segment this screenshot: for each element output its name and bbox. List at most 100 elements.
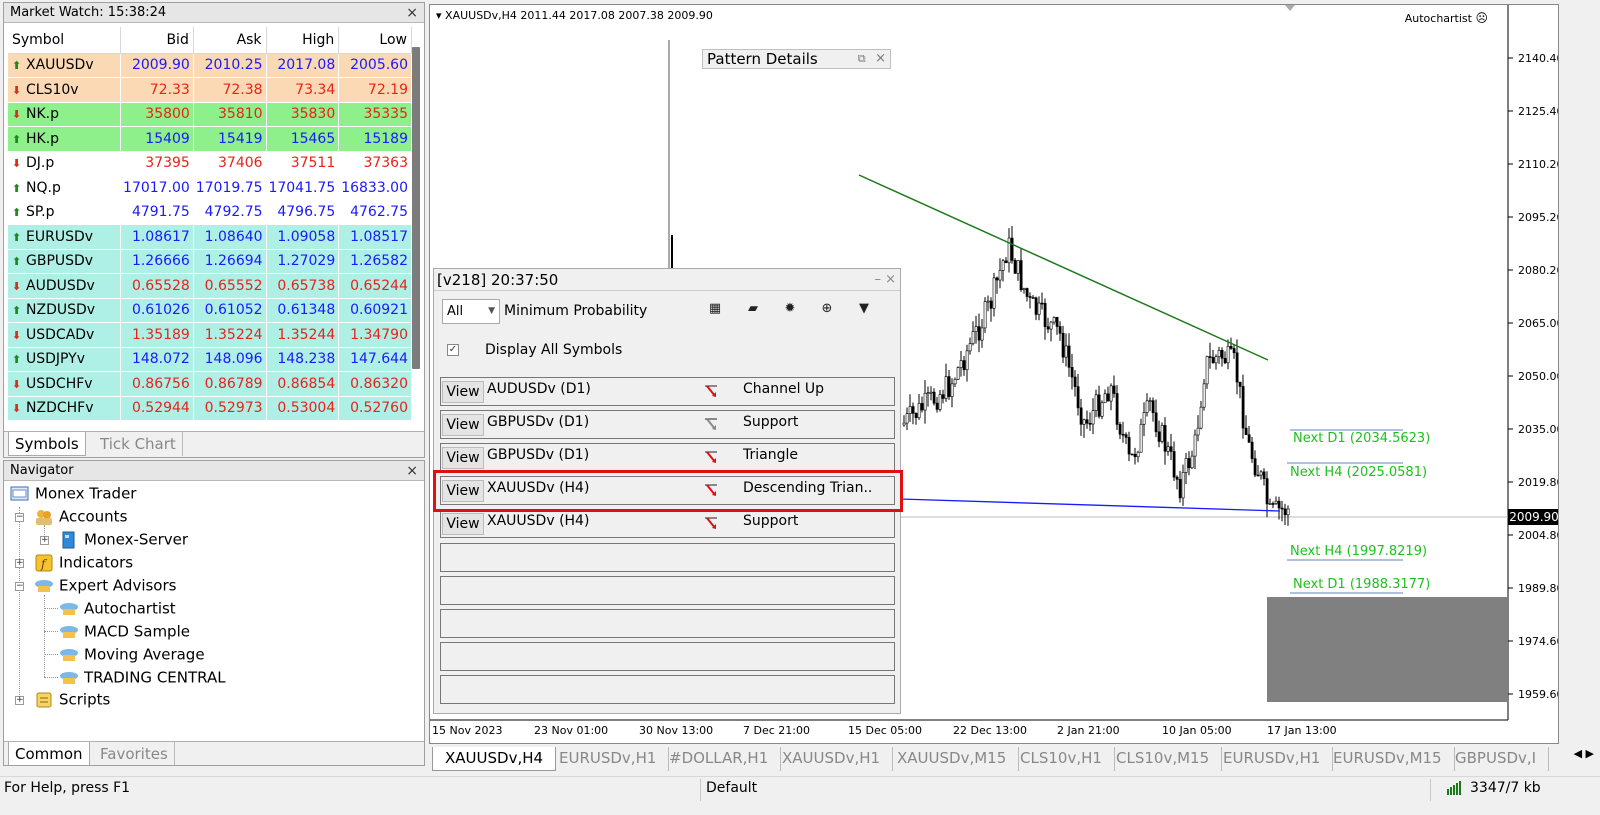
tree-item-server[interactable]: Monex-Server	[59, 530, 188, 549]
view-button[interactable]: View	[442, 381, 484, 403]
tab-tick-chart[interactable]: Tick Chart	[94, 432, 183, 456]
market-watch-row[interactable]: ⬆ GBPUSDv 1.26666 1.26694 1.27029 1.26582	[8, 249, 412, 274]
chart-window[interactable]: ▾ XAUUSDv,H4 2011.44 2017.08 2007.38 200…	[429, 4, 1559, 744]
candle-body	[1157, 431, 1161, 442]
market-watch-row[interactable]: ⬆ EURUSDv 1.08617 1.08640 1.09058 1.08517	[8, 224, 412, 250]
candle-body	[920, 403, 924, 411]
gear-icon[interactable]: ✹	[779, 299, 801, 319]
pattern-row-empty[interactable]	[440, 576, 895, 605]
market-watch-row[interactable]: ⬆ NZDUSDv 0.61026 0.61052 0.61348 0.60921	[8, 298, 412, 323]
pattern-row-empty[interactable]	[440, 543, 895, 572]
pattern-filter-select[interactable]: All ▼	[442, 299, 500, 324]
chart-tab[interactable]: CLS10v,M15	[1104, 747, 1223, 771]
results-window-controls[interactable]: – ×	[874, 269, 896, 291]
experts-collapse-icon[interactable]: −	[15, 582, 24, 591]
candle-body	[926, 392, 930, 395]
market-watch-close-icon[interactable]: ×	[406, 3, 418, 23]
navigator-close-icon[interactable]: ×	[406, 461, 418, 481]
tree-item-experts[interactable]: Expert Advisors	[34, 576, 176, 595]
tree-item-accounts[interactable]: Accounts	[34, 507, 127, 526]
view-button[interactable]: View	[442, 480, 484, 502]
market-watch-row[interactable]: ⬇ USDCADv 1.35189 1.35224 1.35244 1.34790	[8, 322, 412, 348]
chart-tab[interactable]: EURUSDv,H1	[547, 747, 670, 771]
filter-icon[interactable]: ▼	[853, 299, 875, 319]
column-header-high[interactable]: High	[266, 27, 340, 54]
pattern-row-empty[interactable]	[440, 642, 895, 671]
candle-body	[1013, 260, 1017, 274]
save-icon[interactable]: ▰	[742, 299, 764, 319]
market-watch-scrollbar[interactable]	[412, 47, 420, 369]
pattern-row-empty[interactable]	[440, 675, 895, 704]
bid-cell: 4791.75	[120, 200, 194, 225]
arrow-up-icon: ⬆	[12, 255, 22, 269]
chart-tab[interactable]: XAUUSDv,M15	[885, 747, 1020, 771]
pattern-row[interactable]: View GBPUSDv (D1) Triangle	[440, 443, 895, 472]
column-header-low[interactable]: Low	[338, 27, 412, 54]
candle-body	[1196, 427, 1200, 436]
tree-item-moving-average[interactable]: Moving Average	[59, 645, 205, 664]
tab-scroll-arrows[interactable]: ◀ ▶	[1574, 747, 1594, 760]
candle-body	[941, 394, 945, 399]
column-header-symbol[interactable]: Symbol	[8, 27, 122, 54]
market-watch-row[interactable]: ⬇ USDCHFv 0.86756 0.86789 0.86854 0.86320	[8, 371, 412, 397]
tab-favorites[interactable]: Favorites	[94, 742, 175, 765]
chart-tab[interactable]: #DOLLAR,H1	[657, 747, 782, 771]
close-icon[interactable]: ×	[875, 51, 886, 66]
pattern-details-window[interactable]: Pattern Details ⧉ ×	[702, 49, 891, 69]
indicators-expand-icon[interactable]: +	[15, 559, 24, 568]
market-watch-row[interactable]: ⬇ NK.p 35800 35810 35830 35335	[8, 102, 412, 127]
column-header-bid[interactable]: Bid	[120, 27, 194, 54]
restore-icon[interactable]: ⧉	[858, 52, 866, 65]
tab-common[interactable]: Common	[8, 742, 90, 765]
chart-tab[interactable]: EURUSDv,M15	[1321, 747, 1455, 771]
pattern-row[interactable]: View XAUUSDv (H4) Descending Trian..	[440, 476, 895, 505]
candle-body	[1217, 350, 1221, 357]
market-watch-row[interactable]: ⬇ NZDCHFv 0.52944 0.52973 0.53004 0.52760	[8, 396, 412, 421]
scripts-expand-icon[interactable]: +	[15, 696, 24, 705]
view-button[interactable]: View	[442, 414, 484, 436]
symbol-cell: ⬇ NZDCHFv	[8, 396, 122, 421]
low-cell: 72.19	[338, 77, 412, 103]
market-watch-row[interactable]: ⬇ CLS10v 72.33 72.38 73.34 72.19	[8, 77, 412, 103]
tree-item-root[interactable]: Monex Trader	[10, 484, 136, 503]
market-watch-row[interactable]: ⬆ USDJPYv 148.072 148.096 148.238 147.644	[8, 347, 412, 372]
calculator-icon[interactable]: ▦	[704, 299, 726, 319]
tree-item-indicators[interactable]: f Indicators	[34, 553, 133, 572]
column-header-ask[interactable]: Ask	[193, 27, 267, 54]
pattern-row-empty[interactable]	[440, 609, 895, 638]
symbol-name: EURUSDv	[26, 228, 94, 245]
market-watch-row[interactable]: ⬆ HK.p 15409 15419 15465 15189	[8, 126, 412, 152]
view-button[interactable]: View	[442, 513, 484, 535]
chart-tab[interactable]: GBPUSDv,I	[1443, 747, 1550, 771]
chart-tab[interactable]: XAUUSDv,H1	[770, 747, 894, 771]
tree-item-macd[interactable]: MACD Sample	[59, 622, 190, 641]
price-tick-label: 2080.20	[1518, 264, 1559, 277]
symbol-name: AUDUSDv	[26, 277, 95, 294]
tree-item-trading-central[interactable]: TRADING CENTRAL	[59, 668, 226, 687]
accounts-collapse-icon[interactable]: −	[15, 513, 24, 522]
chart-tab[interactable]: EURUSDv,H1	[1211, 747, 1334, 771]
chart-menu-icon[interactable]: ▾	[436, 9, 442, 22]
candle-body	[1001, 260, 1005, 271]
tab-symbols[interactable]: Symbols	[8, 432, 86, 456]
server-expand-icon[interactable]: +	[40, 536, 49, 545]
market-watch-row[interactable]: ⬆ SP.p 4791.75 4792.75 4796.75 4762.75	[8, 200, 412, 225]
status-traffic: 3347/7 kb	[1470, 780, 1541, 796]
globe-icon[interactable]: ⊕	[816, 299, 838, 319]
chart-tab[interactable]: CLS10v,H1	[1008, 747, 1115, 771]
market-watch-row[interactable]: ⬇ AUDUSDv 0.65528 0.65552 0.65738 0.65244	[8, 273, 412, 299]
candle-body	[1133, 453, 1137, 458]
candle-body	[1139, 423, 1143, 453]
pattern-row[interactable]: View GBPUSDv (D1) Support	[440, 410, 895, 439]
market-watch-row[interactable]: ⬇ DJ.p 37395 37406 37511 37363	[8, 151, 412, 176]
chart-tab[interactable]: XAUUSDv,H4	[432, 747, 557, 771]
tree-item-scripts[interactable]: Scripts	[34, 690, 110, 709]
market-watch-row[interactable]: ⬆ XAUUSDv 2009.90 2010.25 2017.08 2005.60	[8, 53, 412, 78]
symbol-name: GBPUSDv	[26, 253, 94, 270]
market-watch-row[interactable]: ⬆ NQ.p 17017.00 17019.75 17041.75 16833.00	[8, 175, 412, 201]
view-button[interactable]: View	[442, 447, 484, 469]
display-all-checkbox[interactable]: ✓	[447, 344, 459, 356]
pattern-row[interactable]: View AUDUSDv (D1) Channel Up	[440, 377, 895, 406]
pattern-row[interactable]: View XAUUSDv (H4) Support	[440, 509, 895, 538]
tree-item-autochartist[interactable]: Autochartist	[59, 599, 176, 618]
